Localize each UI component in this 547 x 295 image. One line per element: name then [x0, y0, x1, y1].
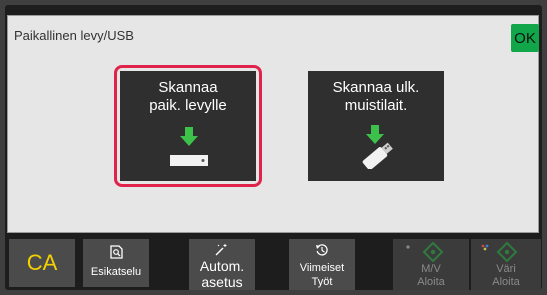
- scan-to-external-memory-button[interactable]: Skannaa ulk. muistilait.: [308, 71, 444, 181]
- scan-to-local-drive-button[interactable]: Skannaa paik. levylle: [120, 71, 256, 181]
- color-start-icon: [481, 241, 518, 263]
- recent-jobs-button[interactable]: Viimeiset Työt: [289, 239, 355, 290]
- main-panel: Paikallinen levy/USB OK Skannaa paik. le…: [7, 15, 539, 233]
- color-start-button[interactable]: Väri Aloita: [471, 239, 541, 290]
- recent-jobs-label-line2: Työt: [311, 276, 333, 288]
- tile-label: Skannaa paik. levylle: [120, 79, 256, 115]
- tile-label: Skannaa ulk. muistilait.: [308, 79, 444, 115]
- bw-start-label-line2: Aloita: [417, 276, 445, 288]
- recent-jobs-label-line1: Viimeiset: [299, 262, 345, 274]
- bottom-bar: CA Esikatselu Autom. asetus Viimeiset Ty…: [5, 235, 542, 290]
- panel-title: Paikallinen levy/USB: [14, 28, 134, 43]
- color-start-label-line1: Väri: [496, 263, 516, 275]
- auto-set-wand-icon: [215, 244, 227, 256]
- preview-icon: [110, 245, 123, 259]
- bw-start-button[interactable]: M/V Aloita: [393, 239, 469, 290]
- bw-start-label-line1: M/V: [421, 263, 441, 275]
- screen: Paikallinen levy/USB OK Skannaa paik. le…: [5, 5, 542, 290]
- auto-set-button[interactable]: Autom. asetus: [189, 239, 255, 290]
- save-to-usb-icon: [362, 125, 393, 169]
- history-icon: [316, 244, 328, 256]
- auto-set-label-line1: Autom.: [199, 258, 245, 274]
- tile-label-line2: paik. levylle: [149, 97, 227, 114]
- ca-button[interactable]: CA: [9, 239, 75, 287]
- ok-button[interactable]: OK: [511, 24, 539, 52]
- color-start-label-line2: Aloita: [492, 276, 520, 288]
- auto-set-label-line2: asetus: [201, 274, 243, 290]
- tile-label-line1: Skannaa ulk.: [332, 79, 420, 96]
- bw-start-icon: [406, 241, 444, 263]
- preview-label: Esikatselu: [90, 266, 142, 278]
- tile-label-line2: muistilait.: [344, 97, 408, 114]
- save-to-drive-icon: [170, 127, 208, 166]
- tile-label-line1: Skannaa: [158, 79, 218, 96]
- preview-button[interactable]: Esikatselu: [83, 239, 149, 287]
